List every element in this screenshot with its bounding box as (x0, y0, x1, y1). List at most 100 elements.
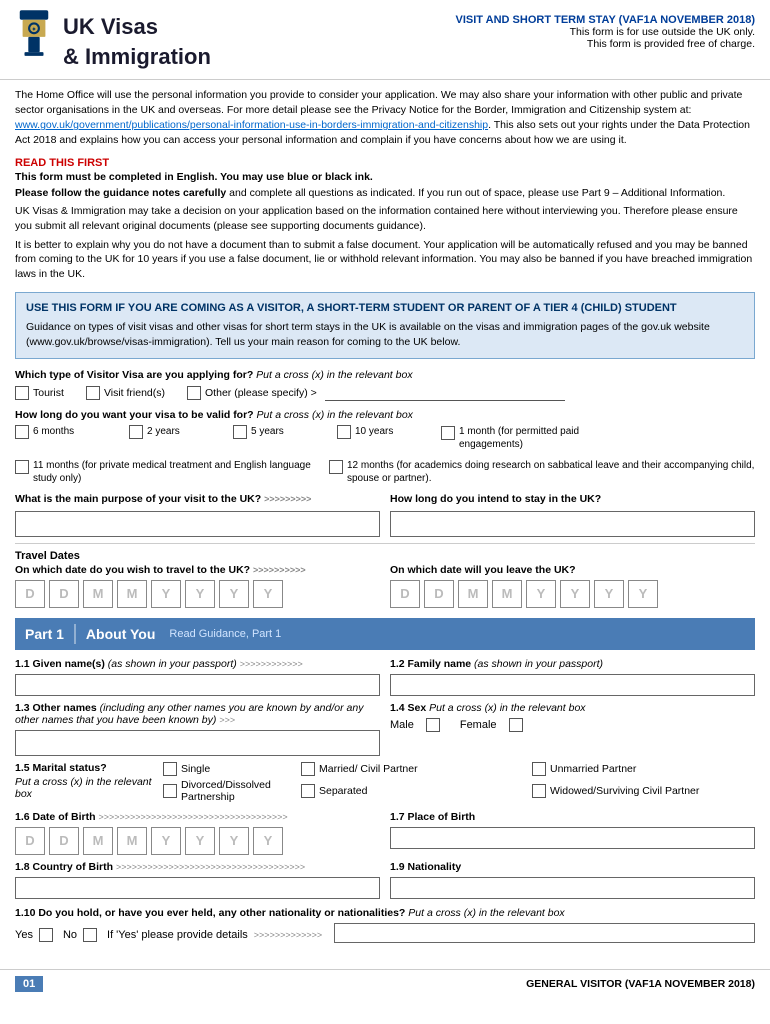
fields-13-14: 1.3 Other names (including any other nam… (15, 702, 755, 756)
field-110-label: 1.10 Do you hold, or have you ever held,… (15, 907, 755, 919)
dob-month2[interactable]: M (117, 827, 147, 855)
given-names-input[interactable] (15, 674, 380, 696)
leave-year3[interactable]: Y (594, 580, 624, 608)
married-checkbox[interactable] (301, 762, 315, 776)
depart-day2[interactable]: D (49, 580, 79, 608)
separated-option: Separated (301, 779, 524, 803)
other-nationality-input[interactable] (334, 923, 755, 943)
yes-label: Yes (15, 929, 33, 941)
single-checkbox[interactable] (163, 762, 177, 776)
male-checkbox[interactable] (426, 718, 440, 732)
instruction-english: This form must be completed in English. … (15, 171, 755, 183)
separated-checkbox[interactable] (301, 784, 315, 798)
depart-year1[interactable]: Y (151, 580, 181, 608)
leave-day1[interactable]: D (390, 580, 420, 608)
if-yes-label: If 'Yes' please provide details (107, 929, 248, 941)
other-specify-input[interactable] (325, 385, 565, 401)
main-purpose-label: What is the main purpose of your visit t… (15, 493, 380, 505)
place-of-birth-input[interactable] (390, 827, 755, 849)
visitor-visa-question: Which type of Visitor Visa are you apply… (15, 369, 755, 381)
tourist-checkbox[interactable] (15, 386, 29, 400)
intend-stay-label: How long do you intend to stay in the UK… (390, 493, 755, 505)
leave-label: On which date will you leave the UK? (390, 564, 755, 576)
2years-checkbox[interactable] (129, 425, 143, 439)
header: ✦ UK Visas & Immigration VISIT AND SHORT… (0, 0, 770, 80)
leave-year2[interactable]: Y (560, 580, 590, 608)
female-checkbox[interactable] (509, 718, 523, 732)
10years-checkbox[interactable] (337, 425, 351, 439)
intend-stay-input[interactable] (390, 511, 755, 537)
depart-year3[interactable]: Y (219, 580, 249, 608)
info-box-title: USE THIS FORM IF YOU ARE COMING AS A VIS… (26, 301, 744, 316)
depart-year2[interactable]: Y (185, 580, 215, 608)
1month-checkbox[interactable] (441, 426, 455, 440)
field-18-col: 1.8 Country of Birth >>>>>>>>>>>>>>>>>>>… (15, 861, 380, 899)
other-option: Other (please specify) > (187, 385, 565, 401)
main-purpose-input[interactable] (15, 511, 380, 537)
svg-text:✦: ✦ (32, 26, 37, 33)
depart-label: On which date do you wish to travel to t… (15, 564, 380, 576)
5years-checkbox[interactable] (233, 425, 247, 439)
unmarried-checkbox[interactable] (532, 762, 546, 776)
marital-container: 1.5 Marital status? Put a cross (x) in t… (15, 762, 755, 803)
info-box: USE THIS FORM IF YOU ARE COMING AS A VIS… (15, 292, 755, 359)
field-15-section: 1.5 Marital status? Put a cross (x) in t… (15, 762, 755, 803)
duration-row1: 6 months 2 years 5 years 10 years (15, 425, 755, 451)
nationality-input[interactable] (390, 877, 755, 899)
11months-option: 11 months (for private medical treatment… (15, 459, 325, 485)
11months-checkbox[interactable] (15, 460, 29, 474)
field-18-label: 1.8 Country of Birth >>>>>>>>>>>>>>>>>>>… (15, 861, 380, 873)
dob-year2[interactable]: Y (185, 827, 215, 855)
depart-month1[interactable]: M (83, 580, 113, 608)
field-12-label: 1.2 Family name (as shown in your passpo… (390, 658, 755, 670)
privacy-link: www.gov.uk/government/publications/perso… (15, 119, 488, 131)
dob-year4[interactable]: Y (253, 827, 283, 855)
visit-friend-label: Visit friend(s) (104, 387, 165, 399)
dob-date: D D M M Y Y Y Y (15, 827, 380, 855)
no-label: No (63, 929, 77, 941)
visa-duration-question: How long do you want your visa to be val… (15, 409, 755, 421)
depart-month2[interactable]: M (117, 580, 147, 608)
yes-checkbox[interactable] (39, 928, 53, 942)
divorced-checkbox[interactable] (163, 784, 177, 798)
no-checkbox[interactable] (83, 928, 97, 942)
6months-checkbox[interactable] (15, 425, 29, 439)
dob-year1[interactable]: Y (151, 827, 181, 855)
married-option: Married/ Civil Partner (301, 762, 524, 776)
field-110-section: 1.10 Do you hold, or have you ever held,… (15, 907, 755, 943)
field-16-label: 1.6 Date of Birth >>>>>>>>>>>>>>>>>>>>>>… (15, 811, 380, 823)
dob-month1[interactable]: M (83, 827, 113, 855)
header-right: VISIT AND SHORT TERM STAY (VAF1A NOVEMBE… (456, 10, 756, 50)
dob-year3[interactable]: Y (219, 827, 249, 855)
leave-year1[interactable]: Y (526, 580, 556, 608)
dob-day2[interactable]: D (49, 827, 79, 855)
field-110-row: Yes No If 'Yes' please provide details >… (15, 923, 755, 943)
fields-18-19: 1.8 Country of Birth >>>>>>>>>>>>>>>>>>>… (15, 861, 755, 899)
page: ✦ UK Visas & Immigration VISIT AND SHORT… (0, 0, 770, 998)
depart-day1[interactable]: D (15, 580, 45, 608)
depart-col: On which date do you wish to travel to t… (15, 564, 380, 608)
depart-date: D D M M Y Y Y Y (15, 580, 380, 608)
country-of-birth-input[interactable] (15, 877, 380, 899)
12months-checkbox[interactable] (329, 460, 343, 474)
dob-day1[interactable]: D (15, 827, 45, 855)
other-checkbox[interactable] (187, 386, 201, 400)
field-13-label: 1.3 Other names (including any other nam… (15, 702, 380, 726)
travel-dates-section: Travel Dates On which date do you wish t… (15, 550, 755, 608)
leave-day2[interactable]: D (424, 580, 454, 608)
12months-option: 12 months (for academics doing research … (329, 459, 755, 485)
other-names-input[interactable] (15, 730, 380, 756)
visitor-visa-section: Which type of Visitor Visa are you apply… (15, 369, 755, 401)
visitor-type-options: Tourist Visit friend(s) Other (please sp… (15, 385, 755, 401)
part1-header: Part 1 About You Read Guidance, Part 1 (15, 618, 755, 650)
info-box-body: Guidance on types of visit visas and oth… (26, 320, 744, 349)
travel-dates-row: On which date do you wish to travel to t… (15, 564, 755, 608)
leave-month2[interactable]: M (492, 580, 522, 608)
visit-friend-checkbox[interactable] (86, 386, 100, 400)
field-11-col: 1.1 Given name(s) (as shown in your pass… (15, 658, 380, 696)
family-name-input[interactable] (390, 674, 755, 696)
widowed-checkbox[interactable] (532, 784, 546, 798)
leave-year4[interactable]: Y (628, 580, 658, 608)
depart-year4[interactable]: Y (253, 580, 283, 608)
leave-month1[interactable]: M (458, 580, 488, 608)
